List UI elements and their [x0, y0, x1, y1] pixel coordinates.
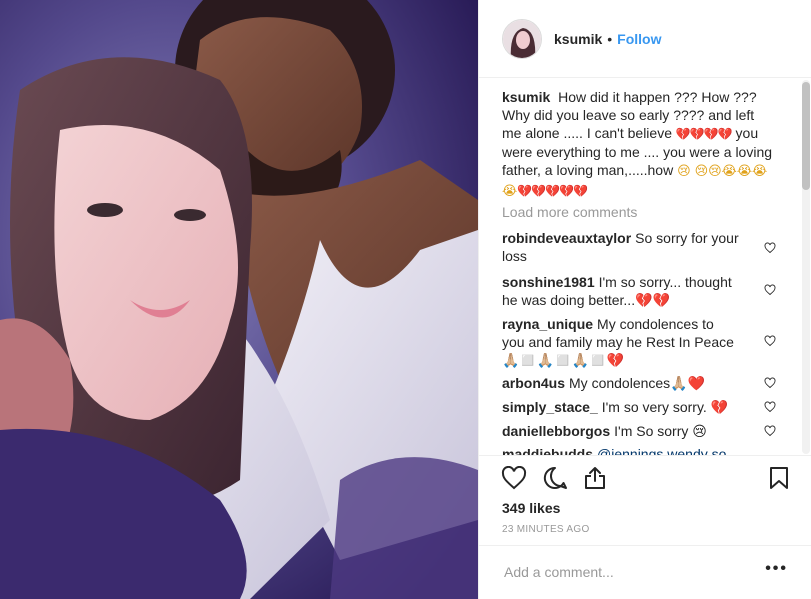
heart-icon[interactable] [764, 425, 776, 437]
heart-icon[interactable] [764, 242, 776, 254]
comment-item: simply_stace_ I'm so very sorry. 💔 [502, 398, 740, 416]
action-bar [479, 456, 811, 496]
post-photo[interactable] [0, 0, 478, 599]
likes-count[interactable]: 349 likes [502, 500, 560, 516]
comment-username[interactable]: sonshine1981 [502, 274, 595, 290]
comment-username[interactable]: arbon4us [502, 375, 565, 391]
comment-username[interactable]: simply_stace_ [502, 399, 598, 415]
comment-item: sonshine1981 I'm so sorry... thought he w… [502, 273, 740, 309]
photo-illustration [0, 0, 478, 599]
caption-emoji-broken-hearts: 💔💔💔💔 [675, 127, 733, 141]
post-timestamp[interactable]: 23 MINUTES AGO [502, 524, 590, 535]
comment-item: arbon4us My condolences🙏🏼❤️ [502, 374, 740, 392]
header-separator: • [607, 30, 613, 47]
heart-icon[interactable] [764, 377, 776, 389]
avatar[interactable] [502, 18, 542, 59]
comment-username[interactable]: robindeveauxtaylor [502, 230, 631, 246]
add-comment-bar: ••• [479, 545, 811, 599]
post-side-panel: ksumik • Follow ksumik How did it happen… [478, 0, 811, 599]
comment-text: My condolences🙏🏼❤️ [569, 375, 706, 391]
post-header: ksumik • Follow [479, 0, 811, 78]
comment-text: I'm so very sorry. 💔 [601, 399, 729, 415]
add-comment-input[interactable] [502, 563, 746, 581]
comment-username[interactable]: rayna_unique [502, 316, 593, 332]
heart-icon[interactable] [764, 401, 776, 413]
share-icon[interactable] [583, 466, 607, 490]
comments-scrollbar[interactable] [802, 80, 810, 454]
comment-username[interactable]: daniellebborgos [502, 423, 610, 439]
scrollbar-thumb[interactable] [802, 82, 810, 190]
comment-icon[interactable] [542, 466, 568, 490]
load-more-comments[interactable]: Load more comments [502, 204, 637, 220]
instagram-post: ksumik • Follow ksumik How did it happen… [0, 0, 811, 599]
comment-text[interactable]: @jennings.wendy so [597, 446, 726, 455]
comment-item: daniellebborgos I'm So sorry 😢 [502, 422, 740, 440]
caption: ksumik How did it happen ??? How ??? Why… [502, 88, 774, 201]
comment-item: robindeveauxtaylor So sorry for your loss [502, 229, 740, 265]
caption-emoji-broken-hearts-2: 💔💔💔💔💔 [517, 184, 588, 198]
comment-item: rayna_unique My condolences to you and fa… [502, 315, 740, 369]
comment-username[interactable]: maddiebudds [502, 446, 593, 455]
heart-icon[interactable] [501, 466, 527, 490]
comments-section[interactable]: ksumik How did it happen ??? How ??? Why… [479, 78, 811, 456]
follow-button[interactable]: Follow [617, 31, 661, 47]
caption-emoji-cry: 😢 [677, 164, 691, 179]
bookmark-icon[interactable] [769, 466, 789, 490]
heart-icon[interactable] [764, 284, 776, 296]
header-username[interactable]: ksumik [554, 31, 602, 47]
more-options-button[interactable]: ••• [765, 560, 788, 578]
comment-item: maddiebudds @jennings.wendy so [502, 445, 740, 455]
caption-username[interactable]: ksumik [502, 89, 550, 105]
comment-text: I'm So sorry 😢 [614, 423, 707, 439]
heart-icon[interactable] [764, 335, 776, 347]
